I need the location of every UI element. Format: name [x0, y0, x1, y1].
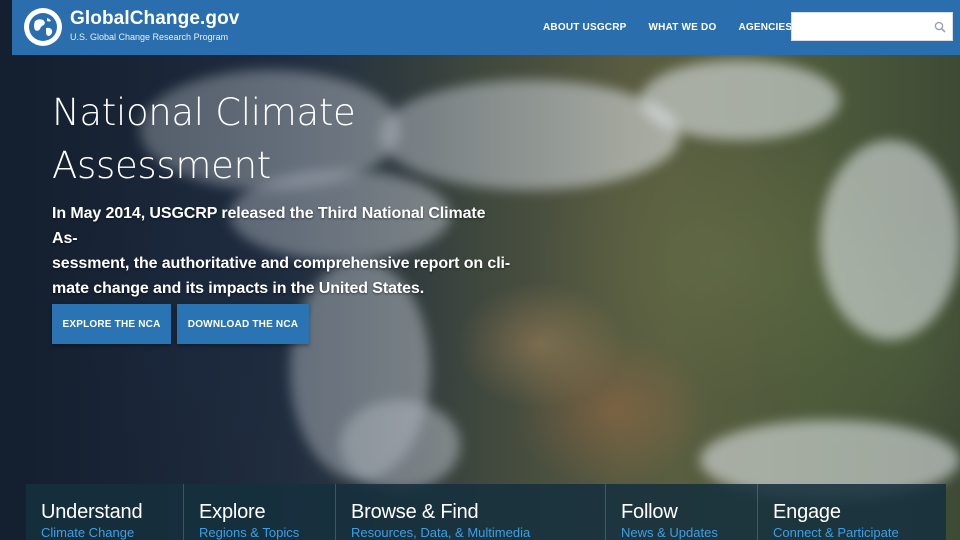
site-title[interactable]: GlobalChange.gov: [70, 8, 239, 30]
tile-browse-find[interactable]: Browse & Find Resources, Data, & Multime…: [336, 484, 606, 540]
site-subtitle: U.S. Global Change Research Program: [70, 32, 229, 42]
globe-logo-icon[interactable]: [24, 8, 62, 46]
tile-engage[interactable]: Engage Connect & Participate: [758, 484, 946, 540]
tile-heading: Browse & Find: [351, 501, 479, 523]
search-box: [791, 12, 953, 41]
hero-description-line-1: In May 2014, USGCRP released the Third N…: [52, 205, 486, 247]
tile-link[interactable]: Connect & Participate: [773, 525, 899, 540]
tile-follow[interactable]: Follow News & Updates: [606, 484, 758, 540]
explore-nca-button[interactable]: EXPLORE THE NCA: [52, 304, 171, 344]
hero-title-line-1: National Climate: [52, 91, 356, 134]
tile-link[interactable]: News & Updates: [621, 525, 718, 540]
download-nca-button[interactable]: DOWNLOAD THE NCA: [177, 304, 309, 344]
hero-description-line-2: sessment, the authoritative and comprehe…: [52, 255, 511, 272]
nav-item-what-we-do[interactable]: WHAT WE DO: [649, 22, 717, 33]
nav-item-agencies[interactable]: AGENCIES: [738, 22, 792, 33]
tile-link[interactable]: Resources, Data, & Multimedia: [351, 525, 530, 540]
tile-link[interactable]: Regions & Topics: [199, 525, 299, 540]
tile-link[interactable]: Climate Change: [41, 525, 134, 540]
search-input[interactable]: [792, 13, 952, 40]
tile-heading: Understand: [41, 501, 143, 523]
feature-tiles-bar: Understand Climate Change Explore Region…: [26, 484, 946, 540]
tile-heading: Engage: [773, 501, 841, 523]
site-header: GlobalChange.gov U.S. Global Change Rese…: [12, 0, 960, 55]
hero-description: In May 2014, USGCRP released the Third N…: [52, 201, 512, 301]
hero-title-line-2: Assessment: [52, 144, 271, 187]
tile-heading: Follow: [621, 501, 678, 523]
tile-understand[interactable]: Understand Climate Change: [26, 484, 184, 540]
main-nav: ABOUT USGCRP WHAT WE DO AGENCIES: [543, 22, 814, 33]
hero-title: National Climate Assessment: [52, 86, 452, 192]
tile-explore[interactable]: Explore Regions & Topics: [184, 484, 336, 540]
hero-description-line-3: mate change and its impacts in the Unite…: [52, 280, 425, 297]
nav-item-about[interactable]: ABOUT USGCRP: [543, 22, 627, 33]
search-icon[interactable]: [934, 21, 946, 33]
tile-heading: Explore: [199, 501, 266, 523]
